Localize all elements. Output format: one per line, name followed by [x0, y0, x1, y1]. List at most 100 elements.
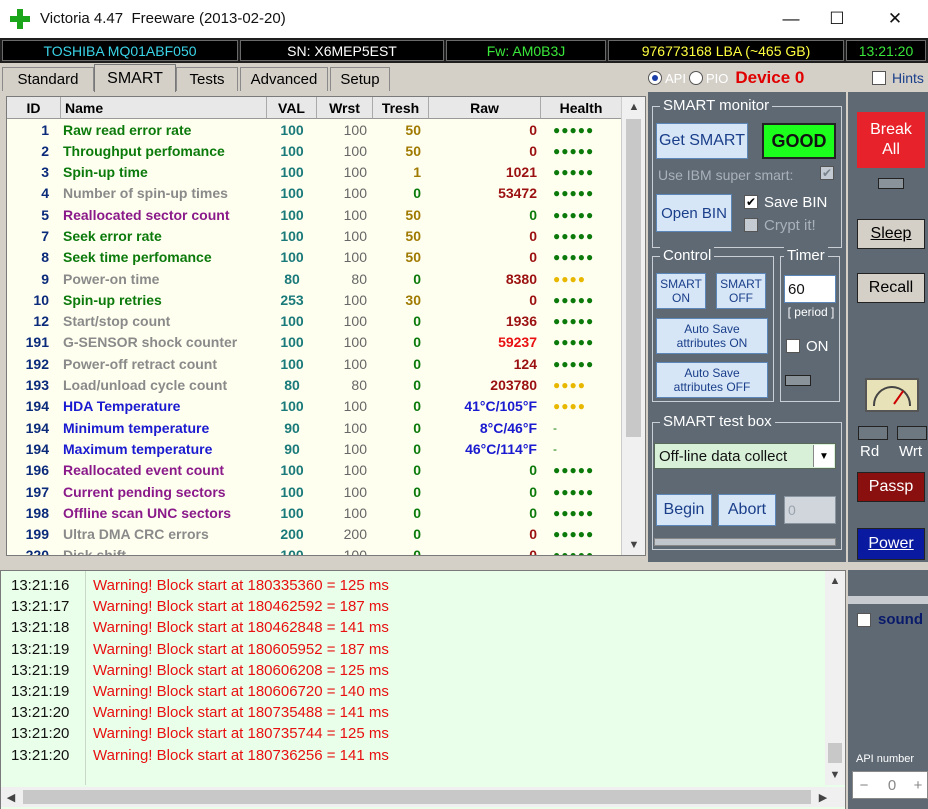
- cell-id: 197: [25, 483, 49, 500]
- chevron-down-icon[interactable]: ▼: [813, 445, 834, 467]
- autosave-off-button[interactable]: Auto Save attributes OFF: [656, 362, 768, 398]
- table-row[interactable]: 194 Minimum temperature 90 100 0 8°C/46°F -: [7, 417, 621, 439]
- cell-wrst: 100: [343, 121, 367, 138]
- scroll-down-icon[interactable]: ▼: [825, 765, 845, 785]
- header-health[interactable]: Health: [541, 97, 621, 118]
- log-vertical-scrollbar[interactable]: ▲ ▼: [825, 571, 845, 785]
- log-scroll-thumb[interactable]: [828, 743, 842, 763]
- smart-on-button[interactable]: SMART ON: [656, 273, 706, 309]
- scroll-up-icon[interactable]: ▲: [622, 97, 645, 117]
- cell-wrst: 100: [343, 334, 367, 351]
- cell-wrst: 100: [343, 547, 367, 556]
- api-number-value[interactable]: 0: [875, 777, 909, 794]
- ibm-super-smart-checkbox[interactable]: ✔: [820, 166, 834, 180]
- cell-name: Throughput perfomance: [63, 142, 225, 159]
- table-row[interactable]: 9 Power-on time 80 80 0 8380 ●●●●: [7, 268, 621, 290]
- table-row[interactable]: 2 Throughput perfomance 100 100 50 0 ●●●●●: [7, 140, 621, 162]
- sleep-button[interactable]: Sleep: [857, 219, 925, 249]
- get-smart-button[interactable]: Get SMART: [656, 123, 748, 159]
- pio-radio[interactable]: [688, 71, 703, 85]
- timer-on-checkbox[interactable]: [786, 339, 800, 353]
- save-bin-checkbox[interactable]: ✔: [744, 195, 758, 209]
- open-bin-button[interactable]: Open BIN: [656, 194, 732, 232]
- cell-raw: 0: [529, 121, 537, 138]
- cell-health: ●●●●●: [553, 122, 595, 137]
- log-time: 13:21:19: [11, 661, 70, 679]
- header-wrst[interactable]: Wrst: [317, 97, 373, 118]
- table-row[interactable]: 194 Maximum temperature 90 100 0 46°C/114°F -: [7, 438, 621, 460]
- table-row[interactable]: 7 Seek error rate 100 100 50 0 ●●●●●: [7, 225, 621, 247]
- tab-tests[interactable]: Tests: [176, 67, 238, 91]
- api-increment-button[interactable]: +: [909, 777, 927, 794]
- table-row[interactable]: 196 Reallocated event count 100 100 0 0 ●●●●●: [7, 459, 621, 482]
- cell-name: G-SENSOR shock counter: [63, 334, 238, 351]
- log-message: Warning! Block start at 180605952 = 187 …: [93, 640, 389, 658]
- api-decrement-button[interactable]: −: [853, 777, 875, 794]
- log-horizontal-scrollbar[interactable]: ◀ ▶: [1, 787, 845, 807]
- smart-test-title: SMART test box: [660, 413, 775, 430]
- close-button[interactable]: ✕: [872, 0, 918, 38]
- recall-button[interactable]: Recall: [857, 273, 925, 303]
- table-row[interactable]: 192 Power-off retract count 100 100 0 124 ●●●●…: [7, 353, 621, 375]
- table-row[interactable]: 193 Load/unload cycle count 80 80 0 203780 ●●●…: [7, 374, 621, 396]
- scroll-down-icon[interactable]: ▼: [622, 535, 645, 555]
- cell-id: 3: [41, 164, 49, 181]
- tab-advanced[interactable]: Advanced: [240, 67, 328, 91]
- api-number-stepper[interactable]: − 0 +: [852, 771, 928, 799]
- minimize-button[interactable]: —: [768, 0, 814, 38]
- cell-name: Number of spin-up times: [63, 185, 228, 202]
- smart-off-button[interactable]: SMART OFF: [716, 273, 766, 309]
- table-row[interactable]: 10 Spin-up retries 253 100 30 0 ●●●●●: [7, 289, 621, 311]
- table-row[interactable]: 8 Seek time perfomance 100 100 50 0 ●●●●●: [7, 246, 621, 269]
- cell-tresh: 50: [405, 206, 421, 223]
- begin-button[interactable]: Begin: [656, 494, 712, 526]
- table-row[interactable]: 199 Ultra DMA CRC errors 200 200 0 0 ●●●●●: [7, 523, 621, 545]
- table-row[interactable]: 4 Number of spin-up times 100 100 0 53472 ●●●●…: [7, 182, 621, 205]
- header-val[interactable]: VAL: [267, 97, 317, 118]
- abort-button[interactable]: Abort: [718, 494, 776, 526]
- header-tresh[interactable]: Tresh: [373, 97, 429, 118]
- table-row[interactable]: 197 Current pending sectors 100 100 0 0 ●●●●●: [7, 481, 621, 503]
- table-row[interactable]: 5 Reallocated sector count 100 100 50 0 ●●●●●: [7, 204, 621, 226]
- header-name[interactable]: Name: [61, 97, 267, 118]
- tab-smart[interactable]: SMART: [94, 64, 176, 92]
- cell-health: ●●●●●: [553, 250, 595, 265]
- scroll-up-icon[interactable]: ▲: [825, 571, 845, 591]
- cell-wrst: 100: [343, 185, 367, 202]
- table-row[interactable]: 220 Disk shift 100 100 0 0 ●●●●●: [7, 544, 621, 556]
- hints-toggle[interactable]: Hints: [872, 70, 924, 86]
- log-line: 13:21:19 Warning! Block start at 18060595…: [11, 641, 389, 662]
- test-type-select[interactable]: Off-line data collect: [654, 443, 836, 469]
- table-row[interactable]: 194 HDA Temperature 100 100 0 41°C/105°F ●●●●: [7, 395, 621, 418]
- maximize-button[interactable]: ☐: [814, 0, 860, 38]
- power-button[interactable]: Power: [857, 528, 925, 560]
- table-row[interactable]: 3 Spin-up time 100 100 1 1021 ●●●●●: [7, 161, 621, 183]
- cell-tresh: 50: [405, 227, 421, 244]
- header-id[interactable]: ID: [7, 97, 61, 118]
- break-all-button[interactable]: Break All: [857, 112, 925, 168]
- timer-period-input[interactable]: 60: [784, 275, 836, 303]
- scrollbar-thumb[interactable]: [626, 119, 641, 437]
- table-row[interactable]: 1 Raw read error rate 100 100 50 0 ●●●●●: [7, 119, 621, 141]
- crypt-checkbox[interactable]: [744, 218, 758, 232]
- table-row[interactable]: 12 Start/stop count 100 100 0 1936 ●●●●●: [7, 310, 621, 332]
- log-hscroll-thumb[interactable]: [23, 790, 811, 804]
- passp-button[interactable]: Passp: [857, 472, 925, 502]
- tab-standard[interactable]: Standard: [2, 67, 94, 91]
- tab-setup[interactable]: Setup: [330, 67, 390, 91]
- table-row[interactable]: 191 G-SENSOR shock counter 100 100 0 59237 ●●●…: [7, 331, 621, 354]
- autosave-on-button[interactable]: Auto Save attributes ON: [656, 318, 768, 354]
- scroll-right-icon[interactable]: ▶: [813, 787, 833, 807]
- api-radio[interactable]: [648, 71, 662, 85]
- hints-checkbox[interactable]: [872, 71, 886, 85]
- cell-wrst: 100: [343, 249, 367, 266]
- table-scrollbar[interactable]: ▲ ▼: [621, 97, 645, 555]
- cell-wrst: 100: [343, 483, 367, 500]
- cell-val: 100: [280, 355, 304, 372]
- cell-raw: 203780: [490, 377, 537, 394]
- log-message: Warning! Block start at 180736256 = 141 …: [93, 746, 389, 764]
- header-raw[interactable]: Raw: [429, 97, 541, 118]
- sound-checkbox[interactable]: [857, 613, 871, 627]
- scroll-left-icon[interactable]: ◀: [1, 787, 21, 807]
- table-row[interactable]: 198 Offline scan UNC sectors 100 100 0 0 ●●●●●: [7, 502, 621, 524]
